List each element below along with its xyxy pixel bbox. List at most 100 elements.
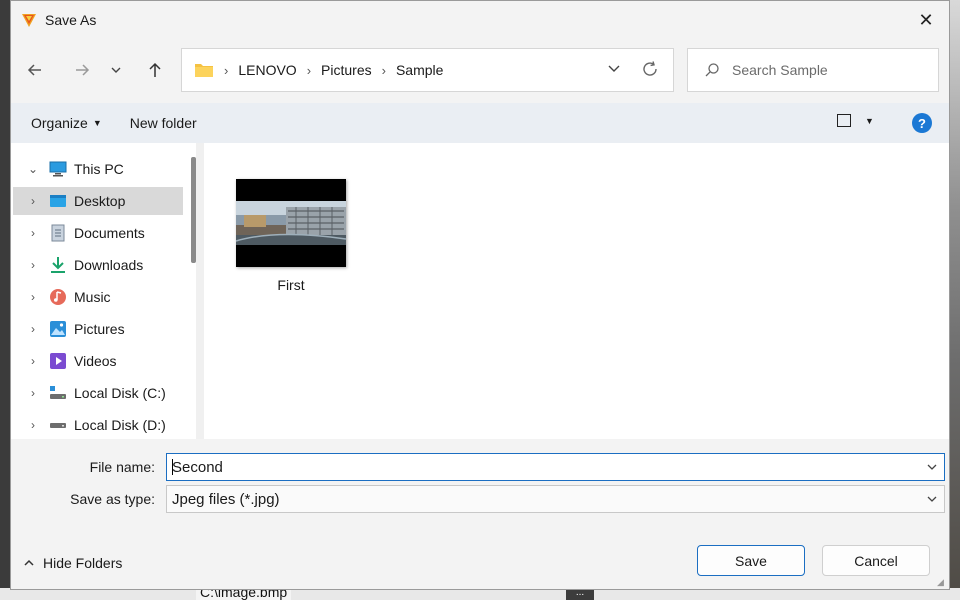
save-as-dialog: Save As ✕ › LENOVO › Pictures › Sample S… [10,0,950,590]
breadcrumb-lenovo[interactable]: LENOVO [238,62,296,78]
chevron-right-icon[interactable]: › [23,322,43,336]
app-logo-icon [22,14,36,27]
navigation-scrollbar[interactable] [191,157,196,263]
chevron-down-icon [927,464,937,470]
chevron-down-icon[interactable]: ⌄ [23,162,43,176]
close-icon: ✕ [918,9,934,30]
forward-button[interactable] [68,56,96,84]
hide-folders-label: Hide Folders [43,555,123,571]
tree-item-downloads[interactable]: › Downloads [13,251,183,279]
address-bar[interactable]: › LENOVO › Pictures › Sample [181,48,674,92]
search-box[interactable] [687,48,939,92]
drive-c-icon [49,384,67,402]
file-name-label: File name: [89,459,155,475]
caret-down-icon: ▼ [865,115,874,126]
tree-item-label: Local Disk (C:) [74,385,166,401]
drive-d-icon [49,416,67,434]
address-dropdown-button[interactable] [607,61,621,78]
file-list[interactable]: First [204,143,949,439]
photo-thumbnail-icon [236,201,346,245]
command-bar: Organize ▼ New folder ▼ ? [11,103,949,143]
close-button[interactable]: ✕ [903,1,949,39]
search-input[interactable] [732,62,922,78]
breadcrumb-pictures[interactable]: Pictures [321,62,372,78]
music-icon [49,288,67,306]
save-button[interactable]: Save [697,545,805,576]
tree-item-local-disk-c[interactable]: › Local Disk (C:) [13,379,183,407]
tree-item-label: This PC [74,161,124,177]
arrow-right-icon [76,64,90,76]
up-button[interactable] [141,56,169,84]
save-form: File name: Second Save as type: Jpeg fil… [11,439,949,521]
file-name-value[interactable]: Second [172,459,223,476]
new-folder-button[interactable]: New folder [130,115,197,131]
file-item[interactable]: First [236,179,346,293]
chevron-right-icon[interactable]: › [23,354,43,368]
documents-icon [49,224,67,242]
file-name-dropdown[interactable] [926,460,938,477]
tree-item-label: Documents [74,225,145,241]
tree-item-pictures[interactable]: › Pictures [13,315,183,343]
refresh-button[interactable] [641,60,659,83]
title-bar[interactable]: Save As ✕ [11,1,949,39]
tree-item-videos[interactable]: › Videos [13,347,183,375]
breadcrumb-separator: › [381,62,386,78]
organize-button[interactable]: Organize ▼ [31,115,102,131]
chevron-right-icon[interactable]: › [23,290,43,304]
chevron-down-icon [608,65,620,72]
tree-item-documents[interactable]: › Documents [13,219,183,247]
chevron-down-icon [111,67,121,73]
tree-item-label: Music [74,289,111,305]
breadcrumb-separator: › [306,62,312,78]
save-type-select[interactable]: Jpeg files (*.jpg) [166,485,945,513]
resize-grip-icon[interactable]: ◢ [937,577,947,587]
view-icon [837,114,851,127]
refresh-icon [643,61,657,76]
back-button[interactable] [21,56,49,84]
organize-label: Organize [31,115,88,131]
navigation-pane[interactable]: ⌄ This PC › Desktop › Documents › Downlo… [11,143,204,439]
hide-folders-button[interactable]: Hide Folders [23,555,122,571]
new-folder-label: New folder [129,115,197,131]
tree-item-label: Local Disk (D:) [74,417,166,433]
tree-item-label: Videos [74,353,117,369]
videos-icon [49,352,67,370]
caret-down-icon: ▼ [92,118,102,128]
downloads-icon [49,256,67,274]
save-type-value: Jpeg files (*.jpg) [172,490,280,508]
chevron-right-icon[interactable]: › [23,258,43,272]
tree-item-local-disk-d[interactable]: › Local Disk (D:) [13,411,183,439]
computer-icon [49,160,67,178]
desktop-icon [49,192,67,210]
search-icon [705,63,719,77]
save-type-label: Save as type: [70,491,155,507]
tree-item-this-pc[interactable]: ⌄ This PC [13,155,183,183]
chevron-right-icon[interactable]: › [23,226,43,240]
image-thumbnail [236,179,346,267]
file-name-field[interactable]: Second [166,453,945,481]
change-view-button[interactable]: ▼ [837,114,874,127]
chevron-up-icon [24,559,34,566]
file-name-row: File name: Second [11,453,949,481]
chevron-right-icon[interactable]: › [23,418,43,432]
dialog-footer: Hide Folders Save Cancel ◢ [11,521,949,589]
cancel-button[interactable]: Cancel [822,545,930,576]
tree-item-label: Downloads [74,257,144,273]
chevron-right-icon[interactable]: › [23,386,43,400]
breadcrumb-separator: › [224,62,229,78]
breadcrumb-sample[interactable]: Sample [396,62,443,78]
file-name-label: First [277,277,305,293]
chevron-down-icon [927,496,937,502]
folder-icon [195,64,213,77]
recent-locations-button[interactable] [106,56,126,84]
dialog-title: Save As [45,12,97,28]
tree-item-music[interactable]: › Music [13,283,183,311]
chevron-right-icon[interactable]: › [23,194,43,208]
tree-item-desktop[interactable]: › Desktop [13,187,183,215]
tree-item-label: Pictures [74,321,125,337]
save-type-dropdown[interactable] [926,492,938,509]
arrow-up-icon [149,62,161,77]
help-button[interactable]: ? [912,113,932,133]
pane-splitter[interactable] [196,143,204,439]
tree-item-label: Desktop [74,193,126,209]
